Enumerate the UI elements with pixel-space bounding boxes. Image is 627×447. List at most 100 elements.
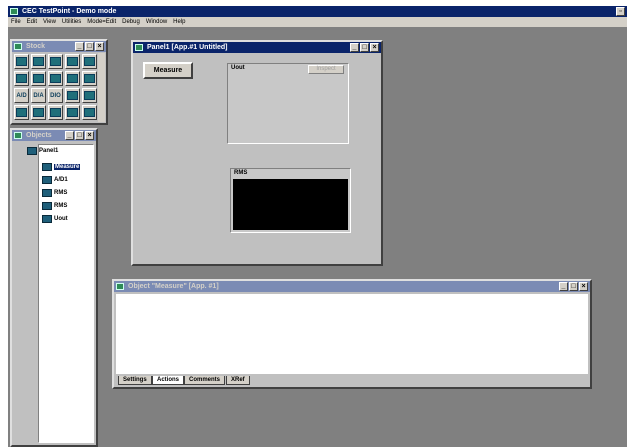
loop-icon[interactable] bbox=[14, 105, 29, 120]
tool-glyph bbox=[50, 74, 61, 83]
meter-icon[interactable] bbox=[31, 71, 46, 86]
menu-view[interactable]: View bbox=[40, 19, 59, 25]
inspect-button[interactable]: Inspect bbox=[308, 65, 344, 74]
tool-glyph bbox=[33, 57, 44, 66]
tab-comments[interactable]: Comments bbox=[184, 376, 226, 385]
stock-close-button[interactable]: × bbox=[95, 42, 104, 51]
uout-graph[interactable]: Uout Inspect bbox=[227, 63, 349, 144]
gauge-icon[interactable] bbox=[65, 71, 80, 86]
stock-scrollbar[interactable] bbox=[98, 53, 105, 122]
tree-item[interactable]: RMS bbox=[42, 202, 67, 210]
tool-glyph bbox=[67, 91, 78, 100]
table-icon[interactable] bbox=[48, 105, 63, 120]
textbox-icon[interactable] bbox=[82, 54, 97, 69]
menu-utilities[interactable]: Utilities bbox=[59, 19, 84, 25]
menu-bar: File Edit View Utilities Mode=Edit Debug… bbox=[8, 17, 627, 27]
rms-display-label: RMS bbox=[234, 170, 248, 176]
menu-edit[interactable]: Edit bbox=[24, 19, 40, 25]
object-window-icon bbox=[116, 283, 124, 290]
objects-close-button[interactable]: × bbox=[85, 131, 94, 140]
app-logo-icon bbox=[10, 8, 18, 15]
tool-glyph bbox=[16, 57, 27, 66]
menu-mode[interactable]: Mode=Edit bbox=[84, 19, 119, 25]
panel1-close-button[interactable]: × bbox=[370, 43, 379, 52]
switch-icon[interactable] bbox=[48, 54, 63, 69]
tool-glyph bbox=[33, 108, 44, 117]
tab-settings[interactable]: Settings bbox=[118, 376, 152, 385]
stock-title: Stock bbox=[26, 43, 46, 50]
app-title: CEC TestPoint - Demo mode bbox=[22, 8, 117, 15]
object-measure-window: Object "Measure" [App. #1] _ □ × Setting… bbox=[112, 279, 592, 389]
stock-title-bar: Stock _ □ × bbox=[12, 41, 106, 52]
panel1-minimize-button[interactable]: _ bbox=[350, 43, 359, 52]
app-restore-button[interactable]: ▫ bbox=[616, 7, 625, 16]
stock-window: Stock _ □ × A/D D/A DIO bbox=[10, 39, 108, 125]
menu-file[interactable]: File bbox=[8, 19, 24, 25]
tool-label: DIO bbox=[50, 92, 61, 99]
object-minimize-button[interactable]: _ bbox=[559, 282, 568, 291]
tree-item[interactable]: RMS bbox=[42, 189, 67, 197]
object-actions-content[interactable] bbox=[116, 294, 588, 374]
tree-root-panel1[interactable]: Panel1 bbox=[27, 147, 58, 155]
panel-icon bbox=[27, 147, 37, 155]
tree-item-label: RMS bbox=[54, 190, 68, 196]
math-object-icon bbox=[42, 189, 52, 197]
stock-window-icon bbox=[14, 43, 22, 50]
tree-item-label: Uout bbox=[54, 216, 68, 222]
tab-xref[interactable]: XRef bbox=[226, 376, 250, 385]
display-icon[interactable] bbox=[14, 54, 29, 69]
object-maximize-button[interactable]: □ bbox=[569, 282, 578, 291]
button-object-icon bbox=[42, 163, 52, 171]
tool-glyph bbox=[84, 57, 95, 66]
scope-icon[interactable] bbox=[82, 88, 97, 103]
tree-item[interactable]: A/D1 bbox=[42, 176, 68, 184]
tree-root-label: Panel1 bbox=[39, 148, 59, 154]
tree-item[interactable]: Uout bbox=[42, 215, 68, 223]
graph-icon[interactable] bbox=[82, 71, 97, 86]
menu-help[interactable]: Help bbox=[170, 19, 188, 25]
tool-glyph bbox=[50, 108, 61, 117]
stock-minimize-button[interactable]: _ bbox=[75, 42, 84, 51]
da-icon[interactable]: D/A bbox=[31, 88, 46, 103]
objects-title-bar: Objects _ □ × bbox=[12, 130, 96, 141]
timer-icon[interactable] bbox=[82, 105, 97, 120]
pushbutton-icon[interactable] bbox=[31, 54, 46, 69]
measure-button[interactable]: Measure bbox=[143, 62, 193, 79]
menu-window[interactable]: Window bbox=[143, 19, 170, 25]
tree-item-label: RMS bbox=[54, 203, 68, 209]
object-tab-strip: Settings Actions Comments XRef bbox=[116, 376, 590, 385]
tree-item[interactable]: Measure bbox=[42, 163, 81, 171]
object-close-button[interactable]: × bbox=[579, 282, 588, 291]
stock-maximize-button[interactable]: □ bbox=[85, 42, 94, 51]
dio-icon[interactable]: DIO bbox=[48, 88, 63, 103]
tool-glyph bbox=[33, 74, 44, 83]
file-icon[interactable] bbox=[65, 105, 80, 120]
tool-label: A/D bbox=[16, 92, 27, 99]
tool-glyph bbox=[16, 108, 27, 117]
tool-glyph bbox=[84, 108, 95, 117]
object-measure-title: Object "Measure" [App. #1] bbox=[128, 283, 219, 290]
app-title-bar: CEC TestPoint - Demo mode ▫ bbox=[8, 6, 627, 17]
testpoint-app-window: CEC TestPoint - Demo mode ▫ File Edit Vi… bbox=[8, 6, 627, 447]
graph-object-icon bbox=[42, 215, 52, 223]
panel1-maximize-button[interactable]: □ bbox=[360, 43, 369, 52]
led-icon[interactable] bbox=[14, 71, 29, 86]
objects-maximize-button[interactable]: □ bbox=[75, 131, 84, 140]
panel1-window-icon bbox=[135, 44, 143, 51]
tool-glyph bbox=[84, 74, 95, 83]
rms-display: RMS bbox=[230, 168, 351, 233]
panel1-title-bar: Panel1 [App.#1 Untitled] _ □ × bbox=[133, 42, 381, 53]
math-icon[interactable] bbox=[65, 88, 80, 103]
slider-icon[interactable] bbox=[65, 54, 80, 69]
ad-icon[interactable]: A/D bbox=[14, 88, 29, 103]
numeric-icon[interactable] bbox=[48, 71, 63, 86]
branch-icon[interactable] bbox=[31, 105, 46, 120]
tool-glyph bbox=[67, 57, 78, 66]
tool-glyph bbox=[67, 74, 78, 83]
objects-window-icon bbox=[14, 132, 22, 139]
menu-debug[interactable]: Debug bbox=[119, 19, 143, 25]
display-object-icon bbox=[42, 202, 52, 210]
objects-minimize-button[interactable]: _ bbox=[65, 131, 74, 140]
tab-actions[interactable]: Actions bbox=[152, 376, 185, 385]
tool-glyph bbox=[84, 91, 95, 100]
